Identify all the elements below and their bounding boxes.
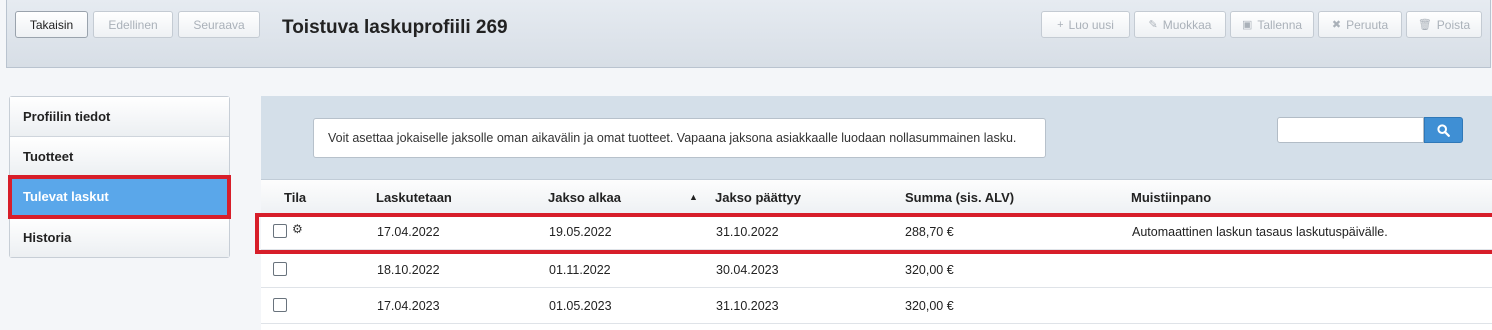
main-panel: Voit asettaa jokaiselle jaksolle oman ai…	[261, 96, 1492, 330]
cell-period-start: 01.05.2023	[549, 299, 612, 313]
top-toolbar: Takaisin Edellinen Seuraava Toistuva las…	[6, 0, 1491, 68]
column-status[interactable]: Tila	[284, 190, 306, 205]
cell-period-start: 19.05.2022	[549, 225, 612, 239]
pencil-icon: ✎	[1148, 19, 1158, 31]
table-row[interactable]: 17.04.2023 01.05.2023 31.10.2023 320,00 …	[261, 288, 1492, 324]
close-icon: ✖	[1331, 19, 1342, 31]
cancel-label: Peruuta	[1346, 17, 1389, 32]
trash-icon: 🗑	[1417, 19, 1432, 31]
cell-sum: 320,00 €	[905, 263, 954, 277]
create-label: Luo uusi	[1068, 17, 1114, 32]
floppy-icon: ▣	[1241, 19, 1253, 31]
column-note[interactable]: Muistiinpano	[1131, 190, 1211, 205]
edit-button[interactable]: ✎ Muokkaa	[1134, 11, 1226, 38]
cell-sum: 320,00 €	[905, 299, 954, 313]
info-message: Voit asettaa jokaiselle jaksolle oman ai…	[313, 118, 1046, 158]
sort-ascending-icon: ▲	[689, 192, 698, 202]
back-button[interactable]: Takaisin	[15, 11, 88, 38]
table-header: Tila Laskutetaan Jakso alkaa ▲ Jakso pää…	[261, 180, 1492, 214]
search-button[interactable]	[1424, 117, 1463, 143]
sidebar-item-products[interactable]: Tuotteet	[10, 137, 229, 177]
gear-icon[interactable]: ⚙	[292, 222, 303, 236]
cell-note: Automaattinen laskun tasaus laskutuspäiv…	[1132, 225, 1388, 239]
sidebar-item-upcoming-invoices[interactable]: Tulevat laskut	[8, 175, 231, 219]
page-title: Toistuva laskuprofiili 269	[282, 17, 508, 38]
cell-period-start: 01.11.2022	[549, 263, 611, 277]
cell-period-end: 31.10.2022	[716, 225, 779, 239]
cell-billed: 17.04.2022	[377, 225, 440, 239]
row-checkbox[interactable]	[273, 262, 287, 276]
cell-period-end: 31.10.2023	[716, 299, 779, 313]
row-checkbox[interactable]	[273, 298, 287, 312]
plus-icon: +	[1057, 18, 1064, 31]
cell-billed: 17.04.2023	[377, 299, 440, 313]
search-input[interactable]	[1277, 117, 1424, 143]
next-button[interactable]: Seuraava	[178, 11, 260, 38]
create-button[interactable]: + Luo uusi	[1041, 11, 1130, 38]
cell-period-end: 30.04.2023	[716, 263, 779, 277]
panel-header: Voit asettaa jokaiselle jaksolle oman ai…	[261, 96, 1492, 180]
save-label: Tallenna	[1257, 17, 1303, 32]
sidebar-nav: Profiilin tiedot Tuotteet Tulevat laskut…	[8, 96, 231, 258]
cell-billed: 18.10.2022	[377, 263, 440, 277]
delete-button[interactable]: 🗑 Poista	[1406, 11, 1482, 38]
search-icon	[1437, 123, 1450, 137]
edit-label: Muokkaa	[1162, 17, 1212, 32]
row-checkbox[interactable]	[273, 224, 287, 238]
column-sum[interactable]: Summa (sis. ALV)	[905, 190, 1014, 205]
sidebar-item-profile-details[interactable]: Profiilin tiedot	[10, 97, 229, 137]
cancel-button[interactable]: ✖ Peruuta	[1318, 11, 1402, 38]
delete-label: Poista	[1436, 17, 1471, 32]
save-button[interactable]: ▣ Tallenna	[1230, 11, 1314, 38]
cell-sum: 288,70 €	[905, 225, 954, 239]
previous-button[interactable]: Edellinen	[93, 11, 173, 38]
column-period-end[interactable]: Jakso päättyy	[715, 190, 801, 205]
column-billed[interactable]: Laskutetaan	[376, 190, 452, 205]
sidebar-item-history[interactable]: Historia	[10, 217, 229, 257]
table-row[interactable]: 18.10.2022 01.11.2022 30.04.2023 320,00 …	[261, 252, 1492, 288]
table-row[interactable]: ⚙ 17.04.2022 19.05.2022 31.10.2022 288,7…	[261, 214, 1492, 250]
column-period-start[interactable]: Jakso alkaa	[548, 190, 621, 205]
